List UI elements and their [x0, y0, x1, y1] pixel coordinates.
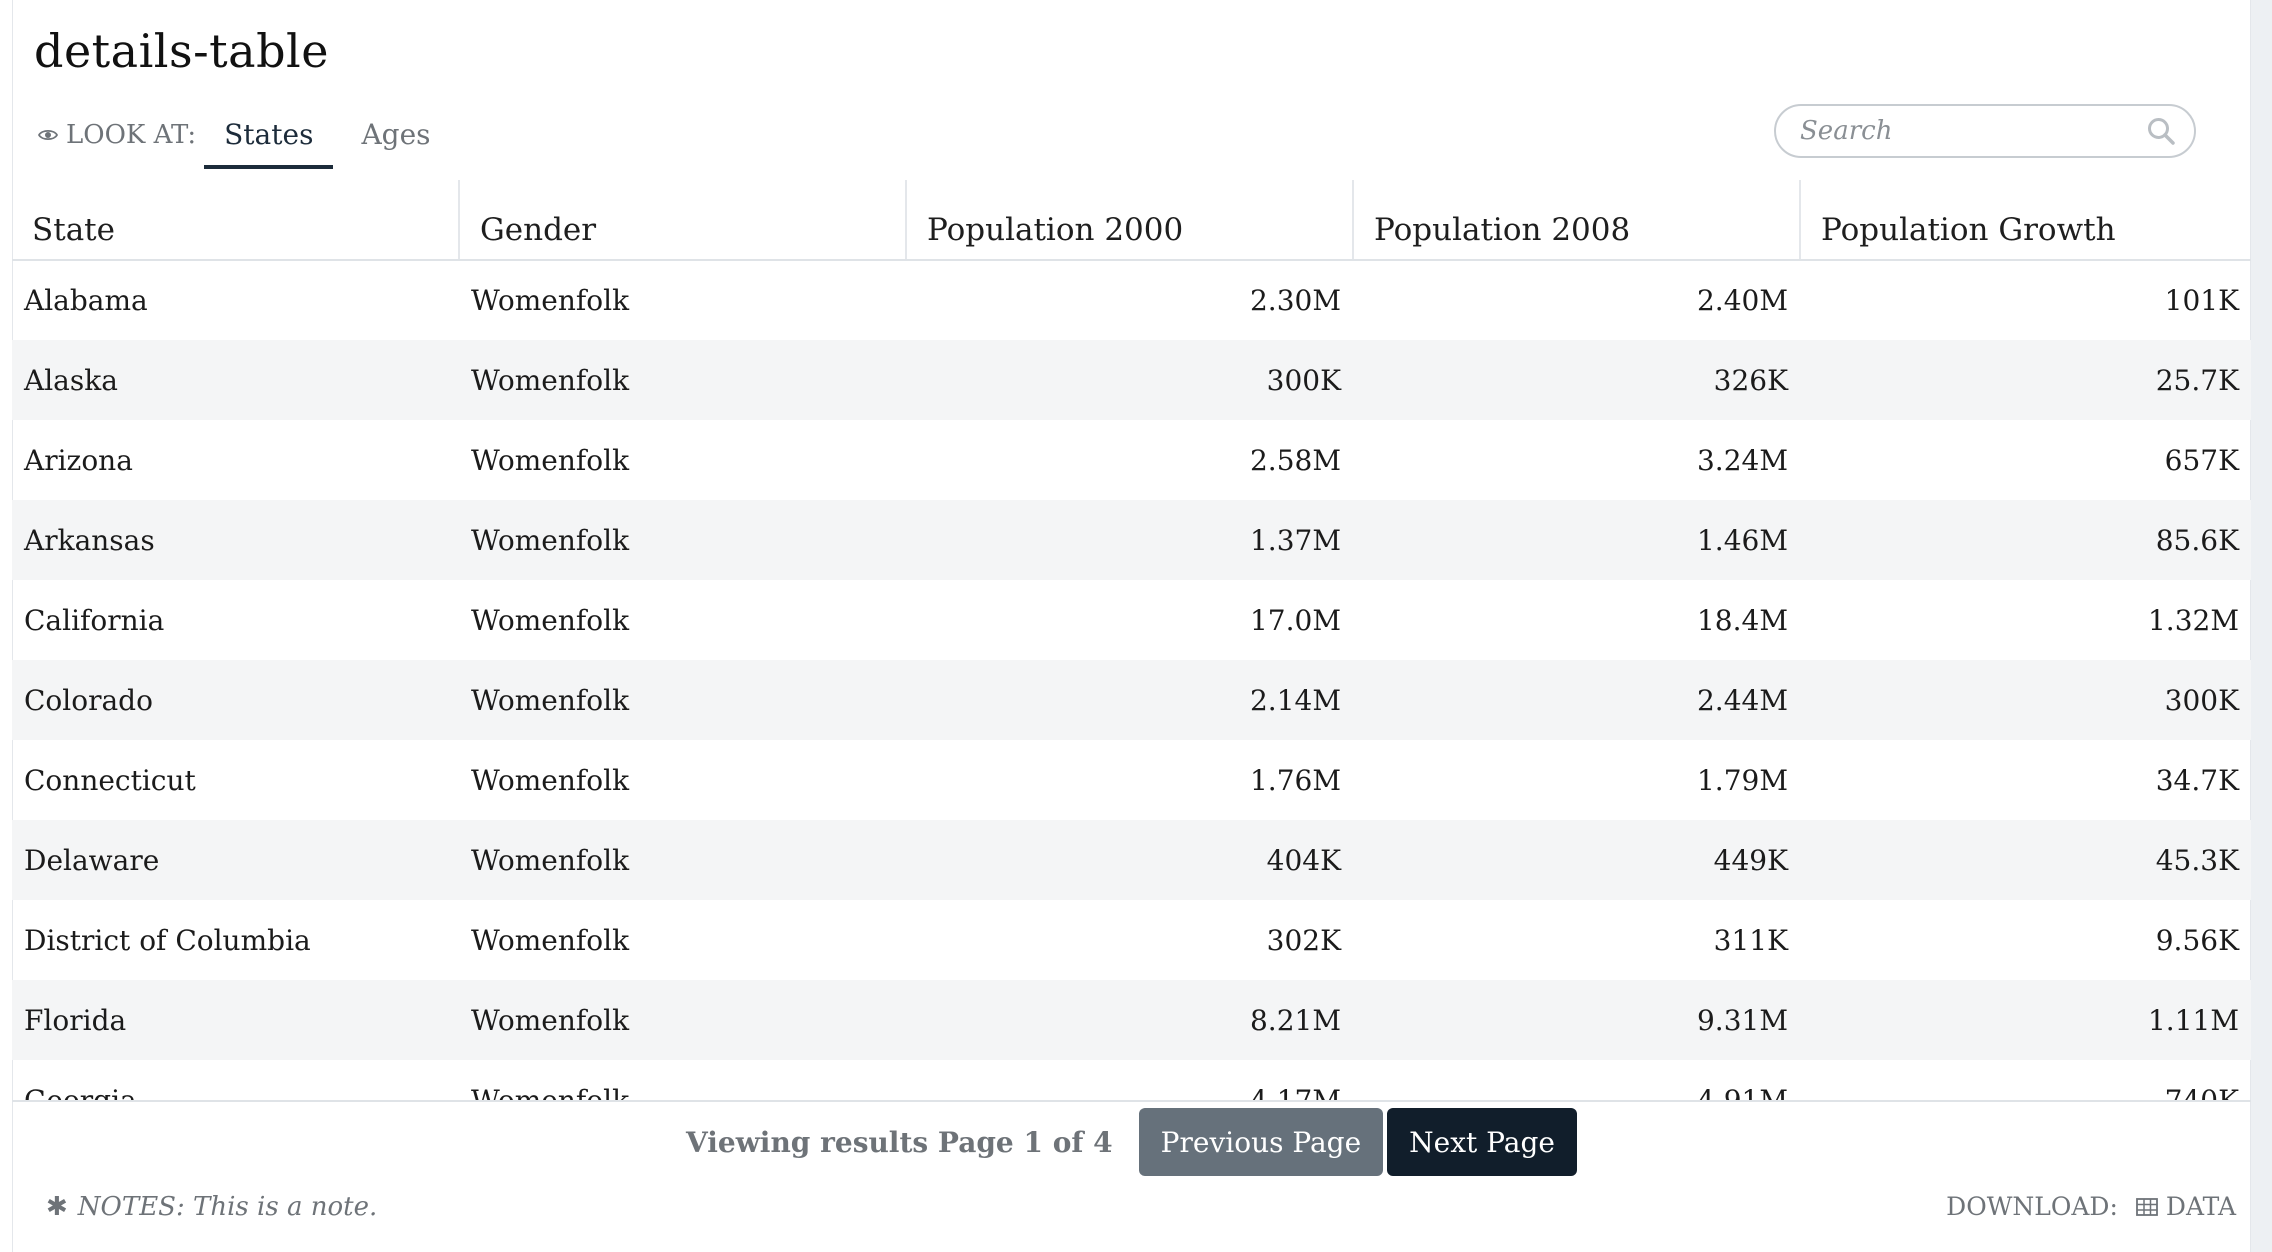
tab-states[interactable]: States: [204, 113, 334, 169]
search-icon[interactable]: [2146, 116, 2176, 146]
look-at-label: LOOK AT:: [38, 113, 196, 157]
cell-state: Alabama: [24, 284, 148, 317]
column-header-population-2008[interactable]: Population 2008: [1352, 180, 1800, 261]
cell-gender: Womenfolk: [471, 763, 630, 797]
page-title: details-table: [34, 24, 329, 78]
cell-gender: Womenfolk: [471, 603, 630, 637]
notes-text: NOTES: This is a note.: [77, 1192, 378, 1222]
cell-population-growth: 101K: [2164, 284, 2239, 317]
cell-gender: Womenfolk: [471, 284, 630, 317]
cell-gender: Womenfolk: [459, 340, 906, 420]
cell-population-2000: 2.58M: [1249, 443, 1341, 477]
cell-state: Arizona: [24, 443, 133, 477]
column-header-population-2000[interactable]: Population 2000: [905, 180, 1353, 261]
cell-population-growth: 1.32M: [2147, 603, 2239, 637]
search-input[interactable]: [1798, 115, 2146, 147]
table-row[interactable]: Arizona Womenfolk 2.58M 3.24M 657K: [12, 420, 2251, 500]
cell-population-2000: 1.76M: [1249, 763, 1341, 797]
table-row[interactable]: District of Columbia Womenfolk 302K 311K 9.5…: [12, 900, 2251, 980]
cell-gender: Womenfolk: [471, 923, 630, 957]
table-row[interactable]: Alaska Womenfolk 300K 326K 25.7K: [12, 340, 2251, 420]
cell-population-growth: 34.7K: [2155, 763, 2239, 797]
table-row[interactable]: Arkansas Womenfolk 1.37M 1.46M 85.6K: [12, 500, 2251, 580]
next-page-button[interactable]: Next Page: [1387, 1108, 1577, 1176]
column-header-population-growth[interactable]: Population Growth: [1799, 180, 2251, 261]
cell-population-2000: 302K: [1266, 923, 1341, 957]
table-header-row: State Gender Population 2000 Population …: [12, 180, 2251, 261]
cell-population-2008: 2.40M: [1696, 284, 1788, 317]
cell-gender: Womenfolk: [459, 980, 906, 1060]
cell-population-2000: 17.0M: [1249, 603, 1341, 637]
download-data-link[interactable]: DATA: [2136, 1192, 2236, 1221]
cell-population-2000: 2.14M: [906, 660, 1353, 740]
cell-state: Colorado: [12, 660, 459, 740]
download-data-label: DATA: [2165, 1192, 2236, 1221]
cell-population-growth: 657K: [2164, 443, 2239, 477]
cell-state: Georgia: [24, 1083, 137, 1102]
cell-population-growth: 85.6K: [1800, 500, 2251, 580]
pagination: Viewing results Page 1 of 4 Previous Pag…: [12, 1102, 2251, 1182]
cell-population-2008: 1.79M: [1696, 763, 1788, 797]
cell-gender: Womenfolk: [459, 820, 906, 900]
cell-population-2000: 8.21M: [906, 980, 1353, 1060]
cell-state: District of Columbia: [24, 923, 311, 957]
cell-population-2000: 4.17M: [1249, 1083, 1341, 1102]
cell-state: Delaware: [12, 820, 459, 900]
table-row[interactable]: Colorado Womenfolk 2.14M 2.44M 300K: [12, 660, 2251, 740]
scrollbar-track[interactable]: [2251, 0, 2272, 1252]
cell-state: Connecticut: [24, 763, 196, 797]
table-row[interactable]: California Womenfolk 17.0M 18.4M 1.32M: [12, 580, 2251, 660]
cell-state: Florida: [12, 980, 459, 1060]
search-box: [1774, 104, 2196, 158]
pagination-status: Viewing results Page 1 of 4: [686, 1125, 1113, 1159]
cell-population-growth: 300K: [1800, 660, 2251, 740]
cell-population-2000: 2.30M: [1249, 284, 1341, 317]
cell-state: Arkansas: [12, 500, 459, 580]
cell-gender: Womenfolk: [459, 500, 906, 580]
table-row[interactable]: Florida Womenfolk 8.21M 9.31M 1.11M: [12, 980, 2251, 1060]
table-row[interactable]: Alabama Womenfolk 2.30M 2.40M 101K: [12, 260, 2251, 340]
table-row[interactable]: Delaware Womenfolk 404K 449K 45.3K: [12, 820, 2251, 900]
eye-icon: [38, 129, 58, 141]
details-table: State Gender Population 2000 Population …: [12, 180, 2251, 1102]
notes: ✱ NOTES: This is a note.: [46, 1192, 377, 1222]
look-at-label-text: LOOK AT:: [66, 120, 197, 150]
column-header-state[interactable]: State: [12, 180, 459, 261]
download-bar: DOWNLOAD: DATA: [1946, 1192, 2236, 1221]
cell-population-2008: 326K: [1353, 340, 1800, 420]
cell-population-2000: 1.37M: [906, 500, 1353, 580]
table-grid-icon: [2136, 1197, 2158, 1216]
cell-population-2000: 404K: [906, 820, 1353, 900]
cell-population-2008: 3.24M: [1696, 443, 1788, 477]
cell-population-2008: 2.44M: [1353, 660, 1800, 740]
cell-population-growth: 45.3K: [1800, 820, 2251, 900]
cell-population-2000: 300K: [906, 340, 1353, 420]
table-row[interactable]: Connecticut Womenfolk 1.76M 1.79M 34.7K: [12, 740, 2251, 820]
cell-population-growth: 1.11M: [1800, 980, 2251, 1060]
cell-population-2008: 449K: [1353, 820, 1800, 900]
tab-ages[interactable]: Ages: [341, 113, 450, 169]
table-body: Alabama Womenfolk 2.30M 2.40M 101K Alaska Wome…: [12, 260, 2251, 1102]
cell-state: California: [24, 603, 165, 637]
cell-population-growth: 25.7K: [1800, 340, 2251, 420]
cell-population-2008: 311K: [1713, 923, 1788, 957]
details-table-viewport[interactable]: State Gender Population 2000 Population …: [12, 180, 2251, 1102]
cell-population-2008: 9.31M: [1353, 980, 1800, 1060]
table-row[interactable]: Georgia Womenfolk 4.17M 4.91M 740K: [12, 1060, 2251, 1102]
column-header-gender[interactable]: Gender: [458, 180, 906, 261]
cell-population-2008: 4.91M: [1696, 1083, 1788, 1102]
cell-population-2008: 1.46M: [1353, 500, 1800, 580]
previous-page-button[interactable]: Previous Page: [1138, 1108, 1384, 1176]
cell-population-growth: 740K: [2164, 1083, 2239, 1102]
cell-gender: Womenfolk: [471, 443, 630, 477]
cell-state: Alaska: [12, 340, 459, 420]
look-at-tabs: LOOK AT: States Ages: [38, 113, 459, 173]
cell-gender: Womenfolk: [459, 660, 906, 740]
cell-population-2008: 18.4M: [1696, 603, 1788, 637]
cell-gender: Womenfolk: [471, 1083, 630, 1102]
cell-population-growth: 9.56K: [2155, 923, 2239, 957]
download-label: DOWNLOAD:: [1946, 1192, 2118, 1221]
asterisk-icon: ✱: [46, 1192, 68, 1222]
